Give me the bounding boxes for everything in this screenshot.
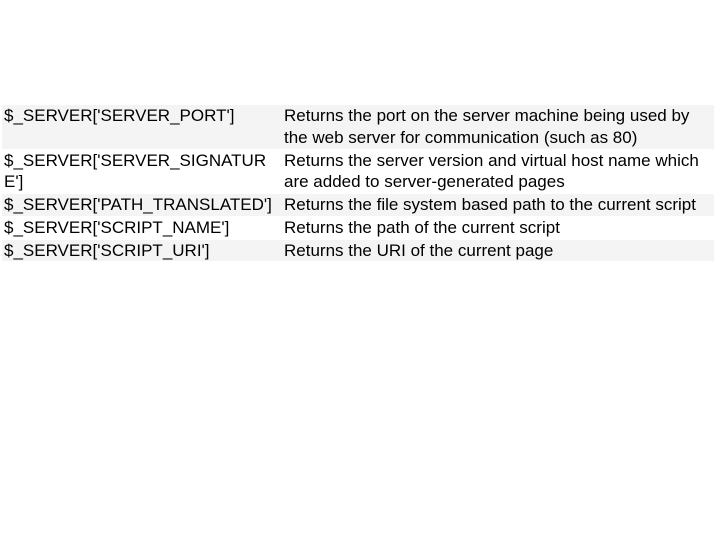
- table-row: $_SERVER['PATH_TRANSLATED'] Returns the …: [2, 194, 714, 217]
- table-row: $_SERVER['SERVER_SIGNATURE'] Returns the…: [2, 149, 714, 194]
- var-key: $_SERVER['SERVER_PORT']: [2, 105, 282, 149]
- var-desc: Returns the file system based path to th…: [282, 194, 714, 217]
- var-key: $_SERVER['PATH_TRANSLATED']: [2, 194, 282, 217]
- var-key: $_SERVER['SERVER_SIGNATURE']: [2, 149, 282, 194]
- var-desc: Returns the port on the server machine b…: [282, 105, 714, 149]
- var-key: $_SERVER['SCRIPT_NAME']: [2, 216, 282, 239]
- table-row: $_SERVER['SERVER_PORT'] Returns the port…: [2, 105, 714, 149]
- table-row: $_SERVER['SCRIPT_URI'] Returns the URI o…: [2, 239, 714, 262]
- table-row: $_SERVER['SCRIPT_NAME'] Returns the path…: [2, 216, 714, 239]
- server-vars-table: $_SERVER['SERVER_PORT'] Returns the port…: [2, 105, 714, 262]
- page: $_SERVER['SERVER_PORT'] Returns the port…: [0, 0, 720, 262]
- var-key: $_SERVER['SCRIPT_URI']: [2, 239, 282, 262]
- var-desc: Returns the path of the current script: [282, 216, 714, 239]
- var-desc: Returns the server version and virtual h…: [282, 149, 714, 194]
- var-desc: Returns the URI of the current page: [282, 239, 714, 262]
